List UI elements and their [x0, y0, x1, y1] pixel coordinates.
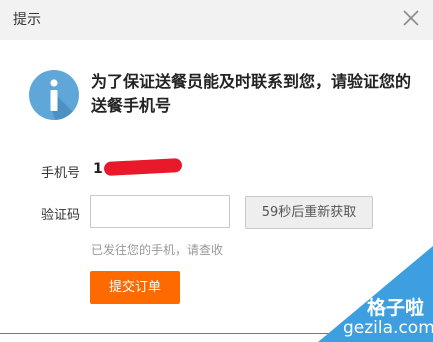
- submit-order-button[interactable]: 提交订单: [90, 271, 180, 304]
- code-label: 验证码: [40, 208, 80, 223]
- verification-code-input[interactable]: [90, 195, 230, 228]
- dialog-message: 为了保证送餐员能及时联系到您，请验证您的送餐手机号: [91, 72, 412, 115]
- close-icon[interactable]: [400, 7, 422, 29]
- dialog-title: 提示: [13, 12, 41, 28]
- verify-dialog: 提示 为了保证送餐员能及时联系到您，请验证您的送餐手机号 手机号 1 验证码 5…: [0, 0, 433, 342]
- dialog-titlebar: 提示: [0, 0, 433, 40]
- info-icon: [29, 70, 79, 120]
- dialog-bottom-border: [0, 333, 433, 334]
- sent-hint: 已发往您的手机，请查收: [91, 243, 224, 257]
- phone-label: 手机号: [40, 166, 80, 181]
- resend-code-button[interactable]: 59秒后重新获取: [245, 196, 373, 229]
- redaction-mark: [103, 157, 183, 177]
- phone-number: 1: [93, 161, 103, 177]
